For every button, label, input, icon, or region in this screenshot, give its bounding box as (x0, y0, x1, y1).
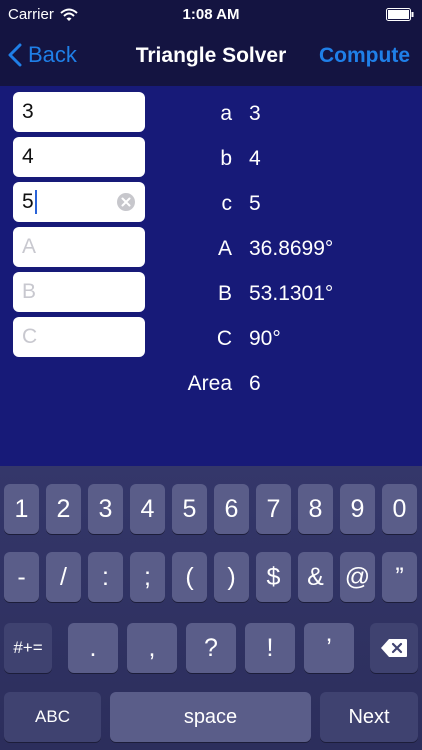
result-label: a (220, 102, 232, 125)
key[interactable]: ( (172, 552, 207, 602)
keyboard: 1 2 3 4 5 6 7 8 9 0 - / : ; ( ) $ & @ ” … (0, 466, 422, 750)
result-value: 3 (249, 102, 261, 125)
key[interactable]: ! (245, 623, 295, 673)
key[interactable]: ? (186, 623, 236, 673)
result-value: 6 (249, 372, 261, 395)
abc-key[interactable]: ABC (4, 692, 101, 742)
key[interactable]: @ (340, 552, 375, 602)
result-value: 36.8699° (249, 237, 334, 260)
key[interactable]: 0 (382, 484, 417, 534)
result-label: A (217, 237, 232, 260)
result-label: c (221, 192, 233, 215)
key[interactable]: $ (256, 552, 291, 602)
next-key[interactable]: Next (320, 692, 418, 742)
result-label: Area (187, 372, 232, 395)
key[interactable]: ) (214, 552, 249, 602)
key[interactable]: ; (130, 552, 165, 602)
navigation-bar: Back Triangle Solver Compute (0, 30, 422, 86)
key[interactable]: - (4, 552, 39, 602)
key[interactable]: / (46, 552, 81, 602)
key[interactable]: 1 (4, 484, 39, 534)
result-value: 4 (249, 147, 261, 170)
key[interactable]: : (88, 552, 123, 602)
key[interactable]: 7 (256, 484, 291, 534)
delete-key[interactable] (370, 623, 418, 673)
result-value: 90° (249, 327, 281, 350)
backspace-icon (381, 639, 407, 657)
key[interactable]: 5 (172, 484, 207, 534)
key[interactable]: ’ (304, 623, 354, 673)
result-label: b (220, 147, 232, 170)
key[interactable]: ” (382, 552, 417, 602)
result-value: 5 (249, 192, 261, 215)
result-label: C (216, 327, 232, 350)
result-value: 53.1301° (249, 282, 334, 305)
result-label: B (217, 282, 232, 305)
key[interactable]: 4 (130, 484, 165, 534)
status-bar: Carrier 1:08 AM (0, 0, 422, 30)
symbols-toggle-key[interactable]: #+= (4, 623, 52, 673)
key[interactable]: 3 (88, 484, 123, 534)
status-time: 1:08 AM (182, 6, 240, 23)
compute-button[interactable]: Compute (319, 44, 410, 68)
key[interactable]: 8 (298, 484, 333, 534)
battery-icon (386, 8, 414, 21)
key[interactable]: 9 (340, 484, 375, 534)
top-bar: Carrier 1:08 AM Back Triangle Solver Com… (0, 0, 422, 86)
key[interactable]: 2 (46, 484, 81, 534)
key[interactable]: , (127, 623, 177, 673)
key[interactable]: . (68, 623, 118, 673)
key[interactable]: 6 (214, 484, 249, 534)
space-key[interactable]: space (110, 692, 311, 742)
key[interactable]: & (298, 552, 333, 602)
